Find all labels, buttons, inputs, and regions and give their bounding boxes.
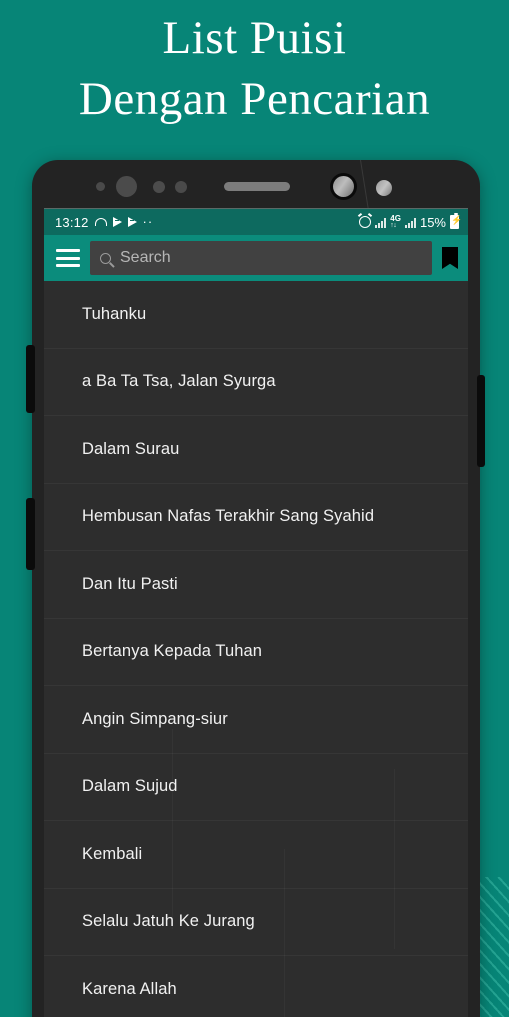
secondary-camera <box>376 180 392 196</box>
page-title-line-2: Dengan Pencarian <box>78 73 431 125</box>
list-item[interactable]: Karena Allah <box>44 956 468 1017</box>
list-item-title: Angin Simpang-siur <box>82 709 228 728</box>
list-item-title: Karena Allah <box>82 979 177 998</box>
status-bar-left: 13:12 ·· <box>55 215 153 230</box>
page-title: List Puisi Dengan Pencarian <box>0 0 509 130</box>
search-placeholder: Search <box>120 249 171 266</box>
status-bar: 13:12 ·· 4G ↑↓ 15% <box>44 209 468 235</box>
list-item[interactable]: Bertanya Kepada Tuhan <box>44 619 468 686</box>
list-item[interactable]: Dalam Surau <box>44 416 468 484</box>
list-item-title: Bertanya Kepada Tuhan <box>82 642 263 661</box>
list-item-title: Selalu Jatuh Ke Jurang <box>82 912 255 931</box>
phone-top-bezel <box>32 159 480 212</box>
list-item[interactable]: Dalam Sujud <box>44 754 468 821</box>
front-camera <box>330 173 357 200</box>
page-title-line-1: List Puisi <box>162 12 347 64</box>
phone-screen: 13:12 ·· 4G ↑↓ 15% ⚡ Search Tuhanku a Ba… <box>44 208 468 1017</box>
list-item-title: Dan Itu Pasti <box>82 574 178 593</box>
search-input[interactable]: Search <box>90 241 432 275</box>
status-bar-right: 4G ↑↓ 15% <box>359 213 460 230</box>
more-dots-icon: ·· <box>142 214 154 229</box>
list-item[interactable]: Hembusan Nafas Terakhir Sang Syahid <box>44 484 468 551</box>
battery-charging-icon <box>450 213 460 229</box>
list-item-title: a Ba Ta Tsa, Jalan Syurga <box>82 372 276 391</box>
light-sensor-icon <box>153 181 165 193</box>
list-item-title: Dalam Surau <box>82 439 180 458</box>
power-button[interactable] <box>477 375 485 467</box>
phone-mockup: 13:12 ·· 4G ↑↓ 15% ⚡ Search Tuhanku a Ba… <box>26 159 485 1017</box>
search-icon <box>100 252 111 264</box>
play-icon <box>127 217 137 227</box>
hamburger-menu-icon[interactable] <box>56 249 80 267</box>
volume-up-button[interactable] <box>26 345 35 413</box>
signal-bars-icon <box>404 217 416 228</box>
list-item-title: Dalam Sujud <box>82 777 178 796</box>
front-camera-lens-icon <box>116 176 137 197</box>
bookmark-icon[interactable] <box>442 247 458 269</box>
volume-down-button[interactable] <box>26 498 35 570</box>
list-item[interactable]: Dan Itu Pasti <box>44 551 468 619</box>
earpiece-speaker <box>224 182 290 191</box>
list-item-title: Tuhanku <box>82 304 147 323</box>
list-item[interactable]: a Ba Ta Tsa, Jalan Syurga <box>44 349 468 416</box>
list-item[interactable]: Selalu Jatuh Ke Jurang <box>44 889 468 956</box>
list-item[interactable]: Kembali <box>44 821 468 889</box>
app-toolbar: Search <box>44 235 468 281</box>
poem-list[interactable]: Tuhanku a Ba Ta Tsa, Jalan Syurga Dalam Su… <box>44 281 468 1017</box>
proximity-sensor-icon <box>96 182 105 191</box>
cloud-icon <box>94 218 107 226</box>
bezel-seam <box>360 159 370 212</box>
ir-sensor-icon <box>175 181 187 193</box>
play-icon <box>112 217 122 227</box>
list-item-title: Kembali <box>82 844 143 863</box>
network-4g-icon: 4G ↑↓ <box>390 214 401 230</box>
battery-percent-label: 15% <box>419 214 446 230</box>
list-item[interactable]: Angin Simpang-siur <box>44 686 468 754</box>
list-item[interactable]: Tuhanku <box>44 281 468 349</box>
alarm-icon <box>359 216 372 228</box>
list-item-title: Hembusan Nafas Terakhir Sang Syahid <box>82 507 375 526</box>
status-bar-clock: 13:12 <box>55 214 89 230</box>
signal-bars-icon <box>375 217 387 228</box>
